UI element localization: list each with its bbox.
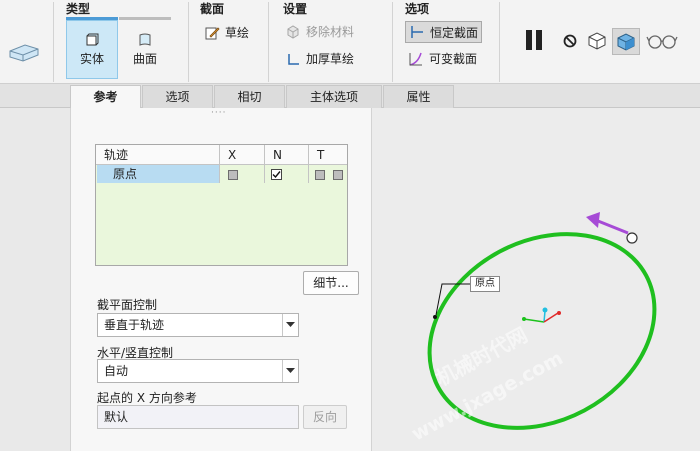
sketch-button[interactable]: 草绘 xyxy=(204,24,249,41)
table-header-n: N xyxy=(265,145,309,165)
table-cell-x[interactable] xyxy=(220,165,265,183)
table-cell-t[interactable] xyxy=(309,165,347,183)
remove-material-label: 移除材料 xyxy=(306,25,355,39)
ribbon-separator xyxy=(392,2,393,82)
ribbon-separator xyxy=(499,2,500,82)
surface-button-label: 曲面 xyxy=(132,51,157,66)
start-x-reference-field[interactable]: 默认 xyxy=(97,405,299,429)
chevron-down-icon xyxy=(282,314,298,336)
variable-section-button[interactable]: 可变截面 xyxy=(408,50,477,67)
sketch-button-label: 草绘 xyxy=(225,26,250,40)
left-margin xyxy=(0,108,70,451)
thicken-sketch-button[interactable]: 加厚草绘 xyxy=(287,50,354,67)
verify-glasses-icon[interactable] xyxy=(646,31,678,51)
hv-control-value: 自动 xyxy=(104,364,129,378)
thicken-sketch-label: 加厚草绘 xyxy=(306,52,355,66)
tab-options[interactable]: 选项 xyxy=(142,85,213,108)
hv-control-dropdown[interactable]: 自动 xyxy=(97,359,299,383)
trajectory-table: 轨迹 X N T 原点 xyxy=(95,144,348,266)
n-checkbox[interactable] xyxy=(271,169,282,180)
tab-body-options[interactable]: 主体选项 xyxy=(286,85,382,108)
ribbon-separator xyxy=(53,2,54,82)
ribbon-separator xyxy=(188,2,189,82)
table-header-x: X xyxy=(220,145,265,165)
table-cell-n[interactable] xyxy=(265,165,309,183)
t-checkbox-disabled xyxy=(332,169,343,180)
variable-section-icon xyxy=(409,52,422,66)
variable-section-label: 可变截面 xyxy=(429,52,478,66)
direction-arrow[interactable] xyxy=(597,219,629,235)
checkmark-icon xyxy=(272,171,281,179)
remove-material-icon xyxy=(287,24,299,39)
table-header-trajectory: 轨迹 xyxy=(96,145,220,165)
chevron-down-icon xyxy=(282,360,298,382)
table-header-t: T xyxy=(309,145,347,165)
tab-references[interactable]: 参考 xyxy=(70,85,141,109)
panel-resize-grip[interactable]: ···· xyxy=(211,109,233,118)
solid-button[interactable]: 实体 xyxy=(66,20,118,79)
solid-button-label: 实体 xyxy=(79,51,104,66)
pencil-sketch-icon xyxy=(205,26,220,39)
start-point-marker[interactable] xyxy=(626,232,638,244)
section-plane-control-label: 截平面控制 xyxy=(97,298,158,312)
sweep-feature-icon xyxy=(6,40,42,64)
pause-icon[interactable] xyxy=(521,27,547,53)
thicken-sketch-icon xyxy=(288,53,299,65)
remove-material-button[interactable]: 移除材料 xyxy=(285,23,354,40)
group-title-settings: 设置 xyxy=(283,2,308,16)
graphics-canvas[interactable]: 原点 机械时代网 www.jxage.com xyxy=(372,108,700,451)
surface-button[interactable]: 曲面 xyxy=(120,20,170,79)
constant-section-button[interactable]: 恒定截面 xyxy=(405,21,483,43)
section-plane-control-value: 垂直于轨迹 xyxy=(104,318,165,332)
solid-icon xyxy=(86,33,99,45)
group-title-options: 选项 xyxy=(405,2,430,16)
group-title-type: 类型 xyxy=(66,2,91,16)
origin-annotation[interactable]: 原点 xyxy=(470,276,500,292)
table-row-trajectory-name[interactable]: 原点 xyxy=(97,165,220,183)
x-checkbox-disabled xyxy=(228,169,238,180)
geometry-preview-icon[interactable] xyxy=(585,29,609,53)
details-button[interactable]: 细节... xyxy=(303,271,359,295)
start-x-reference-label: 起点的 X 方向参考 xyxy=(97,391,197,405)
references-panel: ···· 轨迹 X N T 原点 细节... 截平面控制 垂直于轨迹 水平/竖直… xyxy=(70,108,372,451)
constant-section-icon xyxy=(411,26,423,38)
group-title-section: 截面 xyxy=(200,2,225,16)
no-preview-icon[interactable] xyxy=(560,31,580,51)
feature-preview-icon[interactable] xyxy=(612,28,640,55)
ribbon: 类型 实体 曲面 截面 草绘 设置 移除材料 加厚草绘 选项 恒定截面 可变截面 xyxy=(0,0,700,84)
tab-properties[interactable]: 属性 xyxy=(383,85,454,108)
flip-button[interactable]: 反向 xyxy=(303,405,347,429)
annotation-anchor-dot xyxy=(433,315,437,319)
ribbon-separator xyxy=(268,2,269,82)
section-plane-control-dropdown[interactable]: 垂直于轨迹 xyxy=(97,313,299,337)
surface-icon xyxy=(139,33,151,46)
t-checkbox-disabled xyxy=(315,169,325,180)
constant-section-label: 恒定截面 xyxy=(430,25,479,40)
direction-arrowhead xyxy=(586,212,600,228)
tab-bar: 参考 选项 相切 主体选项 属性 xyxy=(0,84,700,109)
tab-tangency[interactable]: 相切 xyxy=(214,85,285,108)
